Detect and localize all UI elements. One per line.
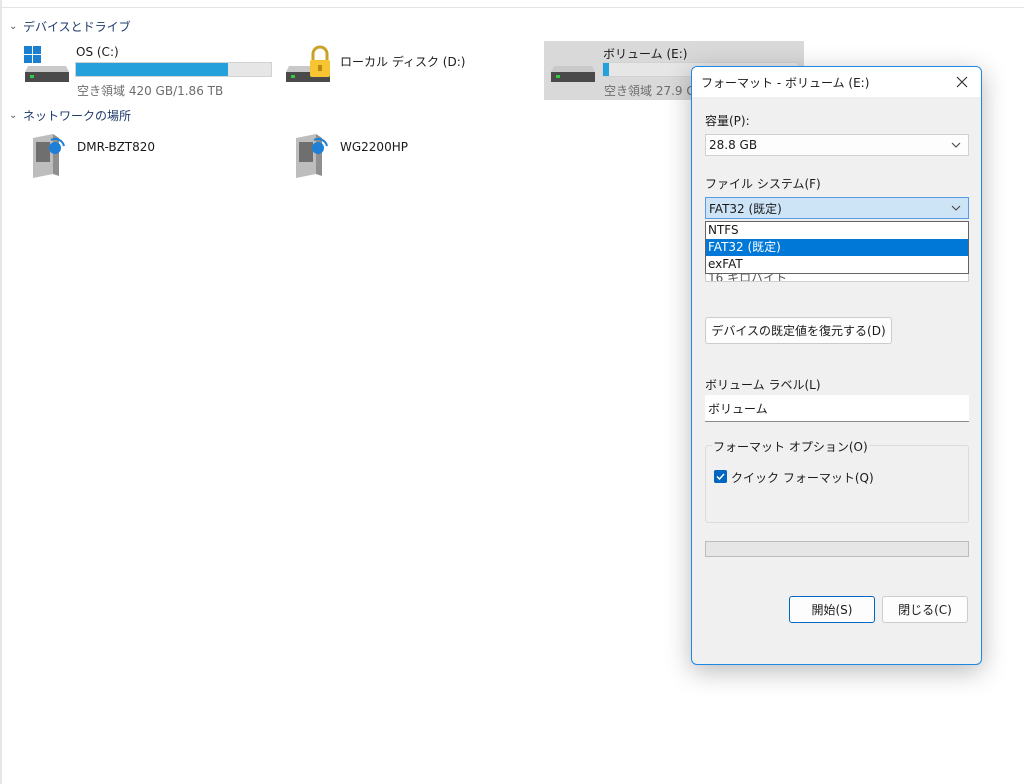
filesystem-label: ファイル システム(F) bbox=[705, 177, 821, 191]
filesystem-value: FAT32 (既定) bbox=[709, 201, 782, 216]
windows-drive-icon bbox=[24, 46, 69, 82]
chevron-down-icon: ⌄ bbox=[9, 20, 18, 32]
filesystem-option[interactable]: exFAT bbox=[706, 256, 968, 273]
volume-label-input[interactable]: ボリューム bbox=[705, 395, 969, 422]
drive-usage-bar bbox=[75, 62, 272, 77]
chevron-down-icon bbox=[951, 205, 961, 211]
locked-drive-icon bbox=[286, 45, 330, 82]
network-item-name: DMR-BZT820 bbox=[77, 140, 156, 154]
drive-name: ボリューム (E:) bbox=[603, 47, 688, 61]
format-progress-bar bbox=[705, 541, 969, 557]
network-device-icon bbox=[296, 134, 328, 178]
section-title: デバイスとドライブ bbox=[23, 19, 131, 34]
drive-usage-fill bbox=[603, 63, 609, 76]
section-header-devices[interactable]: ⌄ デバイスとドライブ bbox=[9, 17, 131, 35]
start-button[interactable]: 開始(S) bbox=[789, 596, 875, 623]
drive-name: OS (C:) bbox=[76, 45, 119, 59]
filesystem-dropdown-list: NTFS FAT32 (既定) exFAT bbox=[705, 221, 969, 274]
window-left-edge bbox=[0, 0, 2, 784]
network-device-icon bbox=[33, 134, 65, 178]
format-options-legend: フォーマット オプション(O) bbox=[712, 438, 869, 455]
format-dialog: フォーマット - ボリューム (E:) 容量(P): 28.8 GB ファイル … bbox=[691, 66, 982, 665]
quick-format-label[interactable]: クイック フォーマット(Q) bbox=[731, 469, 874, 486]
capacity-label: 容量(P): bbox=[705, 114, 750, 128]
network-item-dmr[interactable]: DMR-BZT820 bbox=[27, 130, 257, 182]
capacity-select[interactable]: 28.8 GB bbox=[705, 134, 969, 156]
network-item-wg[interactable]: WG2200HP bbox=[290, 130, 520, 182]
chevron-down-icon: ⌄ bbox=[9, 109, 18, 121]
format-options-group: フォーマット オプション(O) クイック フォーマット(Q) bbox=[705, 438, 969, 523]
drive-free-space: 空き領域 27.9 G bbox=[604, 84, 696, 98]
section-title: ネットワークの場所 bbox=[23, 108, 132, 123]
drive-d[interactable]: ローカル ディスク (D:) bbox=[286, 44, 486, 88]
close-button[interactable]: 閉じる(C) bbox=[882, 596, 968, 623]
filesystem-select[interactable]: FAT32 (既定) bbox=[705, 197, 969, 219]
dialog-title: フォーマット - ボリューム (E:) bbox=[701, 75, 870, 90]
window-top-edge bbox=[0, 7, 1024, 8]
volume-label-value: ボリューム bbox=[708, 401, 768, 416]
usb-drive-icon bbox=[551, 66, 595, 82]
filesystem-option-selected[interactable]: FAT32 (既定) bbox=[706, 239, 968, 256]
drive-name: ローカル ディスク (D:) bbox=[340, 55, 466, 69]
drive-c[interactable]: OS (C:) 空き領域 420 GB/1.86 TB bbox=[22, 44, 282, 98]
filesystem-option[interactable]: NTFS bbox=[706, 222, 968, 239]
drive-usage-fill bbox=[76, 63, 229, 76]
drive-free-space: 空き領域 420 GB/1.86 TB bbox=[77, 84, 224, 98]
volume-label-label: ボリューム ラベル(L) bbox=[705, 378, 821, 392]
close-icon[interactable] bbox=[953, 73, 971, 91]
dialog-titlebar[interactable]: フォーマット - ボリューム (E:) bbox=[692, 67, 981, 97]
chevron-down-icon bbox=[951, 142, 961, 148]
section-header-network[interactable]: ⌄ ネットワークの場所 bbox=[9, 106, 131, 124]
restore-defaults-button[interactable]: デバイスの既定値を復元する(D) bbox=[705, 317, 892, 344]
quick-format-checkbox[interactable] bbox=[714, 470, 727, 483]
capacity-value: 28.8 GB bbox=[709, 138, 758, 152]
network-item-name: WG2200HP bbox=[340, 140, 408, 154]
